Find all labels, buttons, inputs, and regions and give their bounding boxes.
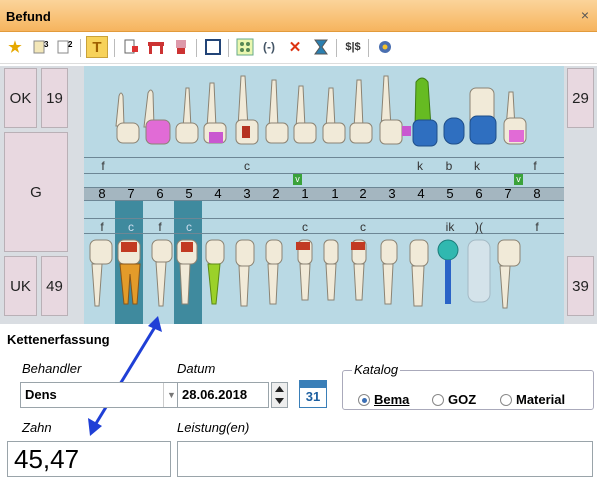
tooth-number: 7 xyxy=(504,186,512,201)
tooth-number: 4 xyxy=(214,186,222,201)
lower-code-47[interactable]: c xyxy=(118,219,144,235)
upper-code-26[interactable]: k xyxy=(464,158,490,174)
tooth-number: 8 xyxy=(533,186,541,201)
close-icon[interactable]: × xyxy=(581,7,589,23)
window-title: Befund xyxy=(6,9,51,24)
lower-code-36[interactable]: )( xyxy=(466,219,492,235)
tooth-number-row: 8 7 6 5 4 3 2 1 1 2 3 4 5 6 7 8 xyxy=(84,187,564,201)
upper-teeth[interactable] xyxy=(84,68,564,158)
datum-field[interactable]: 28.06.2018 xyxy=(177,382,269,408)
lower-code-row: f c f c c c ik )( f xyxy=(84,218,564,234)
brackets-icon[interactable]: (-) xyxy=(258,36,280,58)
upper-code-24[interactable]: k xyxy=(407,158,433,174)
tooth-number: 2 xyxy=(359,186,367,201)
upper-code-row: f c k b k f xyxy=(84,157,564,173)
tooth-number: 6 xyxy=(156,186,164,201)
quadrant-49-button[interactable]: 49 xyxy=(41,256,68,316)
calendar-day: 31 xyxy=(305,389,321,404)
lower-code-41[interactable]: c xyxy=(292,219,318,235)
lower-code-38[interactable]: f xyxy=(524,219,550,235)
zahn-input[interactable]: 45,47 xyxy=(7,441,171,477)
upper-marker-row: v v xyxy=(84,173,564,185)
lower-code-48[interactable]: f xyxy=(89,219,115,235)
crown-icon[interactable] xyxy=(170,36,192,58)
tooth-number: 8 xyxy=(98,186,106,201)
settings-icon[interactable] xyxy=(374,36,396,58)
quadrant-29-button[interactable]: 29 xyxy=(567,68,594,128)
upper-code-25[interactable]: b xyxy=(436,158,462,174)
leistung-label: Leistung(en) xyxy=(177,420,250,435)
tooth-number: 2 xyxy=(272,186,280,201)
calendar-icon[interactable]: 31 xyxy=(299,380,327,408)
katalog-goz-radio[interactable]: GOZ xyxy=(432,392,476,407)
upper-code-28[interactable]: f xyxy=(522,158,548,174)
uk-button[interactable]: UK xyxy=(4,256,37,316)
tooth-number: 3 xyxy=(388,186,396,201)
lower-code-45[interactable]: c xyxy=(176,219,202,235)
section-title: Kettenerfassung xyxy=(7,332,110,347)
zahn-label: Zahn xyxy=(22,420,52,435)
svg-text:3: 3 xyxy=(44,40,49,49)
tooth-3-icon[interactable]: 3 xyxy=(30,36,52,58)
hourglass-icon[interactable] xyxy=(310,36,332,58)
g-button[interactable]: G xyxy=(4,132,68,252)
lower-code-35[interactable]: ik xyxy=(437,219,463,235)
lower-code-46[interactable]: f xyxy=(147,219,173,235)
quadrant-19-button[interactable]: 19 xyxy=(41,68,68,128)
leistung-input[interactable] xyxy=(177,441,593,477)
tooth-number: 5 xyxy=(185,186,193,201)
lower-code-32[interactable]: c xyxy=(350,219,376,235)
tooth-number: 1 xyxy=(301,186,309,201)
datum-label: Datum xyxy=(177,361,216,376)
tooth-2-icon[interactable]: 2 xyxy=(54,36,76,58)
tooth-grid[interactable]: f c k b k f v v 8 7 6 5 4 3 2 1 1 2 3 4 … xyxy=(84,66,564,324)
tooth-number: 4 xyxy=(417,186,425,201)
quadrant-39-button[interactable]: 39 xyxy=(567,256,594,316)
radio-icon[interactable] xyxy=(432,393,444,406)
tooth-number: 5 xyxy=(446,186,454,201)
tooth-number: 3 xyxy=(243,186,251,201)
date-stepper[interactable] xyxy=(271,382,288,408)
tooth-number: 7 xyxy=(127,186,135,201)
marker-11[interactable]: v xyxy=(293,174,302,185)
tooth-number: 1 xyxy=(331,186,339,201)
frame-icon[interactable] xyxy=(202,36,224,58)
window-titlebar: Befund × xyxy=(0,0,597,32)
behandler-label: Behandler xyxy=(22,361,82,376)
toolbar: ★ 3 2 T (-) ✕ $|$ xyxy=(0,32,597,64)
upper-code-18[interactable]: f xyxy=(90,158,116,174)
dental-chart: OK 19 G UK 49 29 39 f c k b k f v v 8 7 … xyxy=(0,66,597,324)
delete-icon[interactable]: ✕ xyxy=(284,36,306,58)
bridge-icon[interactable] xyxy=(145,36,167,58)
text-icon[interactable]: T xyxy=(86,36,108,58)
grid-select-icon[interactable] xyxy=(234,36,256,58)
marker-28[interactable]: v xyxy=(514,174,523,185)
katalog-bema-radio[interactable]: Bema xyxy=(358,392,409,407)
radio-icon[interactable] xyxy=(500,393,512,406)
katalog-material-radio[interactable]: Material xyxy=(500,392,565,407)
tooth-number: 6 xyxy=(475,186,483,201)
star-icon[interactable]: ★ xyxy=(4,36,26,58)
ok-button[interactable]: OK xyxy=(4,68,37,128)
svg-text:2: 2 xyxy=(68,40,73,49)
katalog-label: Katalog xyxy=(352,362,401,377)
upper-code-13[interactable]: c xyxy=(234,158,260,174)
behandler-select[interactable]: Dens ▼ xyxy=(20,382,180,408)
billing-icon[interactable]: $|$ xyxy=(342,36,364,58)
radio-selected-icon[interactable] xyxy=(358,393,370,406)
tooth-edit-icon[interactable] xyxy=(120,36,142,58)
